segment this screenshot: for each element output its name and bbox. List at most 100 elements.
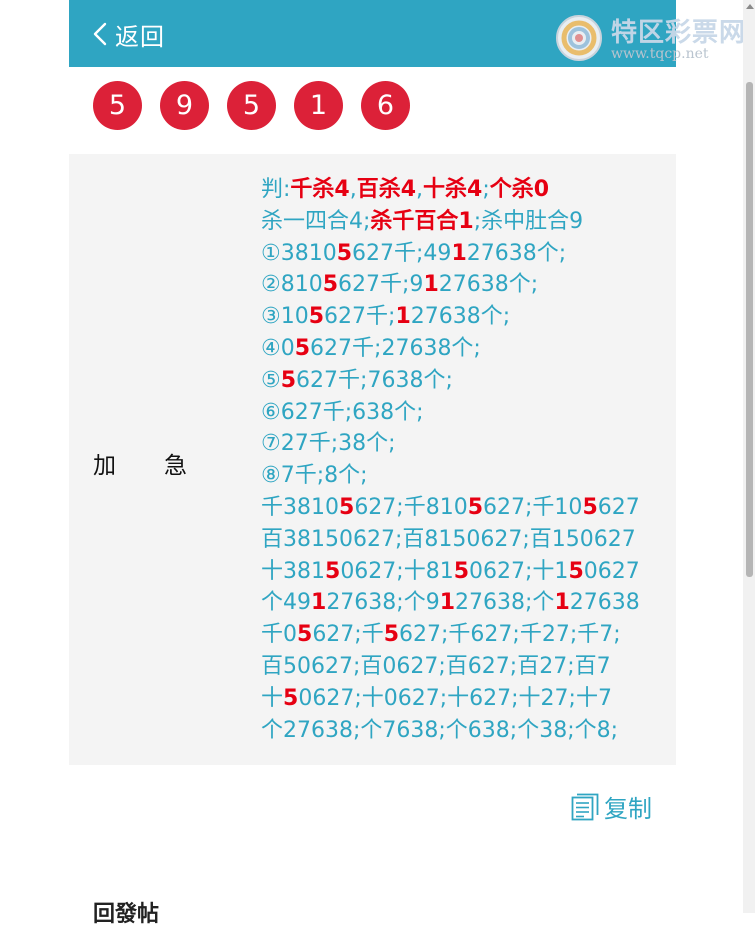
text-segment: 百38150627;百8150627;百150627: [261, 526, 636, 552]
highlight-segment: 5: [294, 335, 311, 361]
highlight-segment: 杀千百合1: [370, 208, 474, 234]
text-segment: 627千;27638个;: [310, 335, 481, 361]
scrollbar-thumb[interactable]: [746, 82, 753, 577]
panel-label-2: 急: [164, 453, 187, 479]
text-segment: 判:: [261, 177, 291, 202]
prediction-line: ③105627千;127638个;: [261, 301, 673, 333]
text-segment: 27638个;: [466, 240, 567, 266]
text-segment: 0627;十0627;十627;十27;十7: [298, 685, 612, 711]
highlight-segment: 5: [322, 272, 339, 298]
text-segment: ⑤: [261, 367, 281, 393]
highlight-segment: 5: [283, 685, 299, 711]
highlight-segment: 1: [451, 240, 467, 266]
prediction-line: ②8105627千;9127638个;: [261, 269, 673, 301]
highlight-segment: 1: [439, 590, 456, 616]
prediction-line: 千05627;千5627;千627;千27;千7;: [261, 619, 673, 651]
highlight-segment: 1: [311, 590, 327, 616]
prediction-line: 判:千杀4,百杀4,十杀4;个杀0: [261, 174, 673, 206]
text-segment: ,: [416, 177, 424, 202]
highlight-segment: 百杀4: [356, 177, 417, 202]
prediction-line: 千38105627;千8105627;千105627: [261, 492, 673, 524]
highlight-segment: 5: [339, 494, 355, 520]
prediction-line: ④05627千;27638个;: [261, 333, 673, 365]
text-segment: 千3810: [261, 494, 339, 520]
ball: 1: [294, 81, 343, 130]
text-segment: 27638: [569, 590, 640, 616]
prediction-line: 十38150627;十8150627;十150627: [261, 556, 673, 588]
text-segment: ;杀中肚合9: [473, 208, 584, 234]
text-segment: ③10: [261, 304, 309, 330]
text-segment: 27638;个9: [326, 590, 440, 616]
ball: 6: [361, 81, 410, 130]
highlight-segment: 十杀4: [423, 177, 483, 202]
prediction-line: ⑤5627千;7638个;: [261, 365, 673, 397]
prediction-line: ①38105627千;49127638个;: [261, 238, 673, 270]
highlight-segment: 5: [582, 494, 598, 520]
prediction-content: 判:千杀4,百杀4,十杀4;个杀0 杀一四合4;杀千百合1;杀中肚合9 ①38105…: [261, 174, 673, 746]
prediction-line: 个49127638;个9127638;个127638: [261, 587, 673, 619]
prediction-line: 杀一四合4;杀千百合1;杀中肚合9: [261, 206, 673, 238]
text-segment: 627;千: [312, 622, 384, 648]
back-label: 返回: [115, 22, 165, 51]
prediction-panel: 加急 判:千杀4,百杀4,十杀4;个杀0 杀一四合4;杀千百合1;杀中肚合9 ①38…: [69, 154, 676, 765]
copy-label: 复制: [604, 795, 652, 823]
highlight-segment: 5: [280, 367, 297, 393]
prediction-line: 十50627;十0627;十627;十27;十7: [261, 683, 673, 715]
text-segment: 627千;: [324, 304, 396, 330]
text-segment: ①3810: [261, 240, 337, 266]
prediction-line: ⑧7千;8个;: [261, 460, 673, 492]
text-segment: 杀一四合4;: [261, 208, 371, 234]
back-button[interactable]: 返回: [93, 16, 165, 52]
highlight-segment: 个杀0: [489, 177, 550, 202]
text-segment: 627千;9: [338, 272, 424, 298]
text-segment: 627千;49: [352, 240, 452, 266]
text-segment: ⑥627千;638个;: [261, 399, 424, 425]
prediction-line: 百38150627;百8150627;百150627: [261, 524, 673, 556]
text-segment: ⑦27千;38个;: [261, 431, 396, 457]
bottom-section-title: 回發帖: [93, 902, 160, 927]
text-segment: 27638个;: [410, 304, 511, 330]
ball: 5: [93, 81, 142, 130]
text-segment: 627千;7638个;: [296, 367, 453, 393]
copy-button[interactable]: 复制: [570, 789, 652, 824]
text-segment: ②810: [261, 272, 323, 298]
text-segment: 0627: [583, 558, 640, 584]
panel-label-1: 加: [93, 453, 116, 479]
highlight-segment: 5: [467, 494, 484, 520]
text-segment: 627;千10: [483, 494, 583, 520]
lottery-logo-icon: [556, 15, 602, 61]
site-watermark: 特区彩票网 www.tqcp.net: [555, 8, 755, 68]
highlight-segment: 1: [395, 304, 411, 330]
prediction-line: 百50627;百0627;百627;百27;百7: [261, 651, 673, 683]
prediction-line: ⑦27千;38个;: [261, 428, 673, 460]
chevron-left-icon: [93, 22, 107, 46]
text-segment: ,: [349, 177, 357, 202]
prediction-line: ⑥627千;638个;: [261, 397, 673, 429]
highlight-segment: 5: [297, 622, 313, 648]
watermark-name: 特区彩票网: [611, 18, 747, 48]
text-segment: 十: [261, 685, 284, 711]
watermark-url: www.tqcp.net: [611, 46, 709, 62]
highlight-segment: 5: [336, 240, 353, 266]
text-segment: 627: [597, 494, 640, 520]
text-segment: 627;千627;千27;千7;: [399, 622, 621, 648]
text-segment: 百50627;百0627;百627;百27;百7: [261, 653, 611, 679]
text-segment: ⑧7千;8个;: [261, 463, 368, 489]
highlight-segment: 5: [325, 558, 341, 584]
text-segment: 千0: [261, 622, 297, 648]
highlight-segment: 1: [423, 272, 439, 298]
text-segment: 个27638;个7638;个638;个38;个8;: [261, 717, 619, 743]
text-segment: 627;千810: [354, 494, 468, 520]
scroll-up-arrow-icon[interactable]: [746, 4, 754, 9]
highlight-segment: 1: [554, 590, 570, 616]
text-segment: ④0: [261, 335, 295, 361]
text-segment: 27638个;: [438, 272, 539, 298]
highlight-segment: 5: [383, 622, 400, 648]
highlight-segment: 5: [568, 558, 584, 584]
document-copy-icon: [571, 793, 599, 820]
result-balls: 5 9 5 1 6: [93, 81, 410, 130]
highlight-segment: 5: [453, 558, 470, 584]
prediction-line: 个27638;个7638;个638;个38;个8;: [261, 715, 673, 747]
panel-label: 加急: [93, 446, 187, 480]
highlight-segment: 5: [308, 304, 325, 330]
